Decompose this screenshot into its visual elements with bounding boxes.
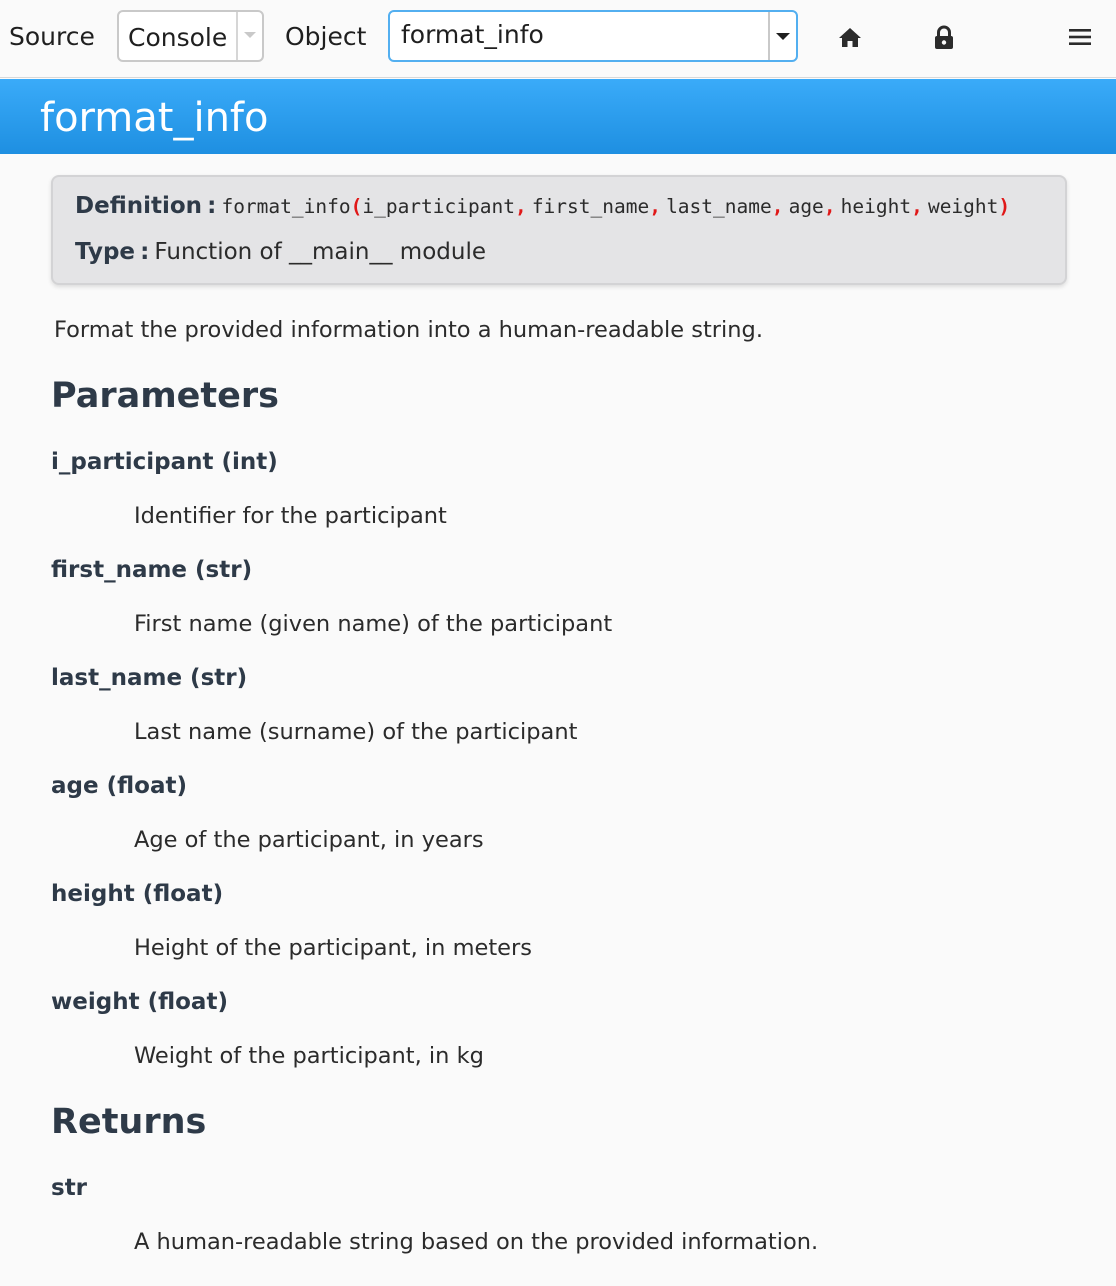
arg: last_name	[666, 195, 772, 218]
type-line: Type : Function of __main__ module	[75, 239, 486, 265]
type-label: Type	[75, 239, 136, 265]
type-colon: :	[140, 239, 150, 265]
docstring-summary: Format the provided information into a h…	[54, 317, 763, 343]
open-paren: (	[350, 195, 363, 218]
arg-comma: ,	[514, 195, 527, 218]
arg-comma: ,	[911, 195, 923, 218]
page-title: format_info	[40, 95, 269, 141]
chevron-down-icon[interactable]	[768, 12, 796, 60]
arg-comma: ,	[649, 195, 661, 218]
param-name: last_name (str)	[51, 665, 248, 691]
param-name: age (float)	[51, 773, 187, 799]
home-icon[interactable]	[834, 22, 866, 54]
definition-line: Definition : format_info(i_participant, …	[75, 193, 1010, 219]
menu-icon[interactable]	[1064, 22, 1096, 54]
returns-heading: Returns	[51, 1102, 207, 1142]
return-type: str	[51, 1175, 88, 1201]
arg: weight	[927, 195, 999, 218]
parameters-heading: Parameters	[51, 376, 279, 416]
definition-colon: :	[207, 193, 217, 219]
object-label: Object	[285, 22, 367, 51]
page-header: format_info	[0, 79, 1116, 154]
object-combobox[interactable]: format_info	[388, 10, 798, 62]
definition-box: Definition : format_info(i_participant, …	[51, 175, 1067, 285]
arg: height	[840, 195, 912, 218]
param-description: Age of the participant, in years	[134, 827, 484, 853]
param-description: Height of the participant, in meters	[134, 935, 532, 961]
close-paren: )	[998, 195, 1011, 218]
toolbar: Source Console Object format_info	[0, 0, 1116, 78]
chevron-down-icon[interactable]	[236, 12, 262, 60]
arg-comma: ,	[823, 195, 836, 218]
definition-label: Definition	[75, 193, 203, 219]
return-description: A human-readable string based on the pro…	[134, 1229, 819, 1255]
console-combobox[interactable]: Console	[117, 10, 264, 62]
param-name: first_name (str)	[51, 557, 253, 583]
param-name: i_participant (int)	[51, 449, 278, 475]
type-value: Function of __main__ module	[154, 239, 486, 265]
function-name: format_info	[221, 195, 351, 218]
param-name: weight (float)	[51, 989, 228, 1015]
param-description: Last name (surname) of the participant	[134, 719, 578, 745]
arg: i_participant	[362, 195, 515, 218]
object-combobox-value[interactable]: format_info	[401, 18, 544, 52]
param-description: Weight of the participant, in kg	[134, 1043, 484, 1069]
lock-icon[interactable]	[928, 22, 960, 54]
param-description: First name (given name) of the participa…	[134, 611, 613, 637]
arg-comma: ,	[771, 195, 784, 218]
console-combobox-value: Console	[128, 23, 228, 52]
source-label: Source	[9, 22, 95, 51]
arg: first_name	[531, 195, 650, 218]
arg: age	[788, 195, 824, 218]
param-name: height (float)	[51, 881, 224, 907]
param-description: Identifier for the participant	[134, 503, 447, 529]
